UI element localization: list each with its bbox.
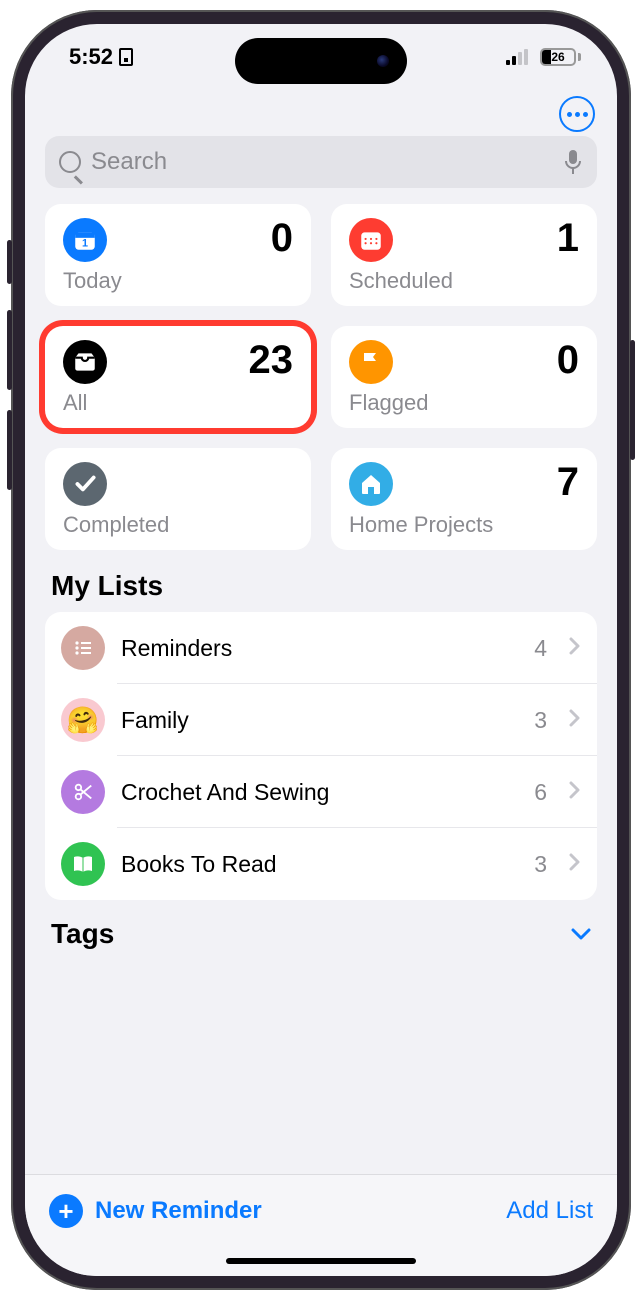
chevron-right-icon xyxy=(569,635,581,661)
cellular-icon xyxy=(506,49,528,65)
phone-screen: 5:52 26 Search xyxy=(25,24,617,1276)
list-row-family[interactable]: 🤗 Family 3 xyxy=(45,684,597,756)
mute-switch xyxy=(7,240,12,284)
bottom-toolbar: + New Reminder Add List xyxy=(25,1174,617,1246)
svg-text:1: 1 xyxy=(82,238,88,250)
status-time: 5:52 xyxy=(69,44,113,70)
calendar-day-icon: 1 xyxy=(63,218,107,262)
list-name: Reminders xyxy=(121,635,518,662)
smart-list-label: Completed xyxy=(63,512,293,538)
smart-list-completed[interactable]: Completed xyxy=(45,448,311,550)
smart-list-scheduled[interactable]: 1 Scheduled xyxy=(331,204,597,306)
chevron-right-icon xyxy=(569,851,581,877)
smart-list-label: All xyxy=(63,390,293,416)
list-count: 6 xyxy=(534,779,547,806)
battery-icon: 26 xyxy=(540,48,581,66)
list-name: Family xyxy=(121,707,518,734)
smart-list-label: Today xyxy=(63,268,293,294)
volume-up-button xyxy=(7,310,12,390)
smart-list-count: 1 xyxy=(557,218,579,258)
check-icon xyxy=(63,462,107,506)
my-lists-heading: My Lists xyxy=(51,570,591,602)
list-row-reminders[interactable]: Reminders 4 xyxy=(45,612,597,684)
phone-frame: 5:52 26 Search xyxy=(11,10,631,1290)
sim-icon xyxy=(119,48,133,66)
tray-icon xyxy=(63,340,107,384)
volume-down-button xyxy=(7,410,12,490)
power-button xyxy=(630,340,635,460)
new-reminder-label: New Reminder xyxy=(95,1197,262,1225)
smart-list-count: 0 xyxy=(557,340,579,380)
add-list-button[interactable]: Add List xyxy=(506,1197,593,1225)
smart-list-count: 0 xyxy=(271,218,293,258)
search-icon xyxy=(59,151,81,173)
smart-list-all[interactable]: 23 All xyxy=(45,326,311,428)
list-count: 4 xyxy=(534,635,547,662)
search-placeholder: Search xyxy=(91,148,167,176)
list-name: Crochet And Sewing xyxy=(121,779,518,806)
list-row-crochet-and-sewing[interactable]: Crochet And Sewing 6 xyxy=(45,756,597,828)
tags-heading: Tags xyxy=(51,918,114,950)
emoji-hug-icon: 🤗 xyxy=(61,698,105,742)
smart-list-home[interactable]: 7 Home Projects xyxy=(331,448,597,550)
list-row-books-to-read[interactable]: Books To Read 3 xyxy=(45,828,597,900)
book-icon xyxy=(61,842,105,886)
chevron-right-icon xyxy=(569,707,581,733)
flag-icon xyxy=(349,340,393,384)
smart-list-label: Flagged xyxy=(349,390,579,416)
dynamic-island xyxy=(235,38,407,84)
smart-list-label: Home Projects xyxy=(349,512,579,538)
smart-list-count: 23 xyxy=(249,340,294,380)
smart-list-today[interactable]: 1 0 Today xyxy=(45,204,311,306)
mic-icon[interactable] xyxy=(563,149,583,175)
chevron-right-icon xyxy=(569,779,581,805)
search-input[interactable]: Search xyxy=(45,136,597,188)
list-bullet-icon xyxy=(61,626,105,670)
more-options-button[interactable] xyxy=(559,96,595,132)
home-indicator[interactable] xyxy=(25,1246,617,1276)
list-count: 3 xyxy=(534,851,547,878)
smart-list-flagged[interactable]: 0 Flagged xyxy=(331,326,597,428)
house-icon xyxy=(349,462,393,506)
smart-list-count: 7 xyxy=(557,462,579,502)
list-count: 3 xyxy=(534,707,547,734)
smart-list-label: Scheduled xyxy=(349,268,579,294)
plus-circle-icon: + xyxy=(49,1194,83,1228)
calendar-icon xyxy=(349,218,393,262)
list-name: Books To Read xyxy=(121,851,518,878)
new-reminder-button[interactable]: + New Reminder xyxy=(49,1194,262,1228)
tags-collapse-button[interactable] xyxy=(571,921,591,947)
scissors-icon xyxy=(61,770,105,814)
